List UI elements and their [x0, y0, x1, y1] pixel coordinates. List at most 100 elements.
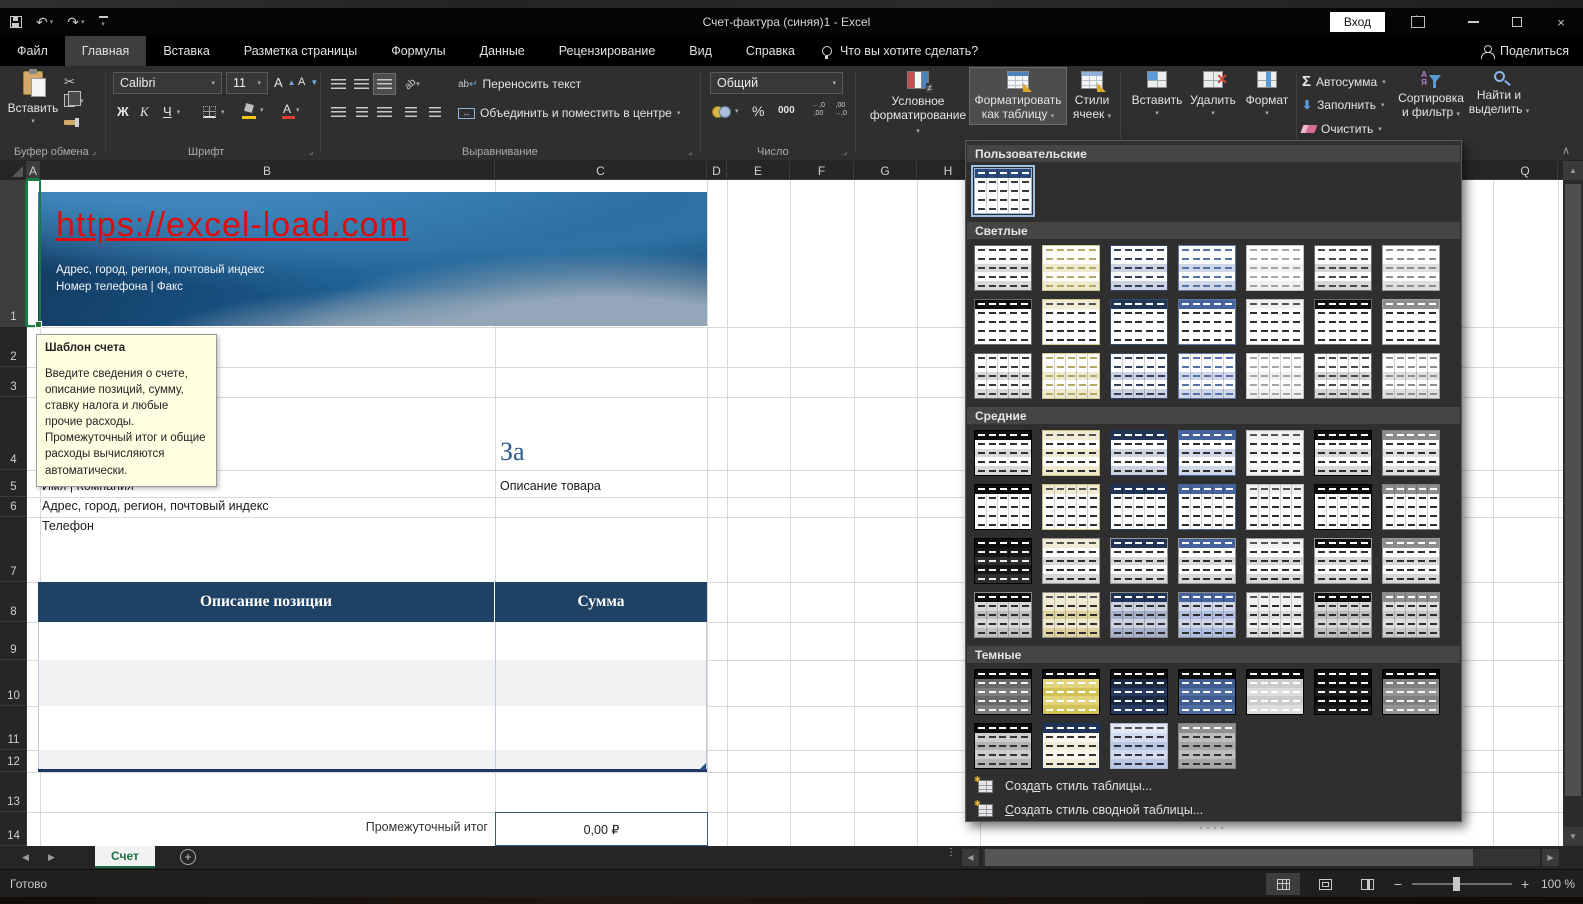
table-style-swatch[interactable]	[974, 484, 1032, 530]
ribbon-tab-Рецензирование[interactable]: Рецензирование	[542, 36, 673, 66]
minimize-button[interactable]	[1451, 8, 1495, 36]
column-header-B[interactable]: B	[40, 161, 495, 180]
ribbon-display-options-button[interactable]	[1411, 15, 1425, 28]
increase-decimal-button[interactable]: ←,0,00	[812, 102, 825, 118]
ribbon-tab-Вид[interactable]: Вид	[672, 36, 729, 66]
increase-font-button[interactable]: А ▲	[274, 75, 296, 90]
align-center-button[interactable]	[351, 102, 372, 122]
column-header-C[interactable]: C	[495, 161, 707, 180]
zoom-level[interactable]: 100 %	[1541, 870, 1575, 898]
row-header-2[interactable]: 2	[0, 327, 27, 367]
table-style-swatch[interactable]	[974, 430, 1032, 476]
table-style-swatch[interactable]	[1246, 669, 1304, 715]
close-button[interactable]: ×	[1539, 8, 1583, 36]
underline-button[interactable]: Ч ▾	[163, 104, 180, 119]
cell-phone[interactable]: Телефон	[42, 519, 94, 533]
delete-cells-button[interactable]: ✕ Удалить ▾	[1186, 68, 1240, 121]
splitter-grip-icon[interactable]: ⋮	[946, 848, 956, 858]
vertical-scroll-thumb[interactable]	[1565, 184, 1581, 796]
orientation-button[interactable]: ab ▾	[402, 74, 423, 94]
table-style-swatch[interactable]	[1178, 538, 1236, 584]
horizontal-scrollbar[interactable]	[983, 849, 1540, 866]
font-name-combo[interactable]: Calibri ▾	[113, 72, 222, 94]
table-style-swatch[interactable]	[974, 592, 1032, 638]
accounting-format-button[interactable]: ▾	[712, 105, 739, 118]
table-style-swatch[interactable]	[1178, 669, 1236, 715]
row-header-14[interactable]: 14	[0, 812, 27, 846]
table-style-swatch[interactable]	[974, 538, 1032, 584]
table-style-swatch[interactable]	[1042, 430, 1100, 476]
align-middle-button[interactable]	[351, 74, 372, 94]
table-style-swatch[interactable]	[974, 723, 1032, 769]
table-style-swatch[interactable]	[1042, 245, 1100, 291]
insert-cells-button[interactable]: Вставить ▾	[1130, 68, 1184, 121]
bold-button[interactable]: Ж	[117, 104, 129, 119]
invoice-row[interactable]	[38, 660, 707, 706]
font-dialog-launcher[interactable]: ⌟	[309, 146, 313, 157]
zoom-slider-thumb[interactable]	[1453, 877, 1460, 891]
cell-item-desc[interactable]: Описание товара	[500, 479, 601, 493]
table-style-swatch[interactable]	[1314, 245, 1372, 291]
table-style-swatch[interactable]	[1382, 430, 1440, 476]
horizontal-scroll-thumb[interactable]	[985, 849, 1473, 866]
table-style-swatch[interactable]	[1110, 723, 1168, 769]
new-pivot-style-link[interactable]: Создать стиль сводной таблицы...	[966, 799, 1461, 821]
font-color-button[interactable]: А ▾	[281, 103, 300, 119]
format-cells-button[interactable]: Формат ▾	[1242, 68, 1292, 121]
new-table-style-link[interactable]: Создать стиль таблицы...	[966, 775, 1461, 797]
next-sheet-button[interactable]: ▶	[48, 846, 55, 869]
row-header-9[interactable]: 9	[0, 622, 27, 660]
column-header-E[interactable]: E	[727, 161, 790, 180]
table-style-swatch[interactable]	[1178, 430, 1236, 476]
table-style-swatch[interactable]	[1110, 484, 1168, 530]
table-style-swatch[interactable]	[1382, 353, 1440, 399]
table-style-swatch[interactable]	[1178, 484, 1236, 530]
sign-in-button[interactable]: Вход	[1329, 12, 1385, 32]
table-style-swatch[interactable]	[974, 299, 1032, 345]
table-style-swatch[interactable]	[1314, 430, 1372, 476]
align-top-button[interactable]	[328, 74, 349, 94]
table-style-swatch[interactable]	[974, 669, 1032, 715]
table-style-swatch[interactable]	[1314, 538, 1372, 584]
scroll-right-button[interactable]: ▶	[1542, 849, 1559, 866]
row-header-10[interactable]: 10	[0, 660, 27, 706]
table-style-swatch[interactable]	[1246, 245, 1304, 291]
table-resize-handle[interactable]	[699, 763, 706, 770]
cut-button[interactable]: ✂	[64, 74, 75, 90]
column-header-D[interactable]: D	[707, 161, 727, 180]
table-style-swatch[interactable]	[1042, 353, 1100, 399]
table-style-swatch[interactable]	[1246, 484, 1304, 530]
table-style-swatch[interactable]	[1314, 353, 1372, 399]
table-style-swatch[interactable]	[1382, 538, 1440, 584]
borders-button[interactable]: ▾	[203, 106, 225, 118]
row-header-12[interactable]: 12	[0, 750, 27, 772]
table-style-swatch[interactable]	[1178, 299, 1236, 345]
percent-style-button[interactable]: %	[752, 103, 764, 119]
table-style-swatch[interactable]	[1178, 353, 1236, 399]
customize-qat-button[interactable]: ▾	[98, 16, 108, 28]
ribbon-tab-Разметка страницы[interactable]: Разметка страницы	[227, 36, 374, 66]
table-style-swatch[interactable]	[1042, 592, 1100, 638]
table-style-swatch[interactable]	[1314, 299, 1372, 345]
zoom-out-button[interactable]: −	[1394, 870, 1402, 898]
row-header-11[interactable]: 11	[0, 706, 27, 750]
clear-button[interactable]: Очистить ▾	[1300, 122, 1382, 136]
new-sheet-button[interactable]: +	[180, 849, 196, 865]
row-header-5[interactable]: 5	[0, 470, 27, 497]
subtotal-value-cell[interactable]: 0,00 ₽	[495, 812, 708, 846]
scroll-down-button[interactable]: ▼	[1563, 827, 1583, 846]
format-painter-button[interactable]	[64, 118, 79, 127]
table-style-swatch[interactable]	[1110, 353, 1168, 399]
table-style-swatch[interactable]	[1042, 723, 1100, 769]
maximize-button[interactable]	[1495, 8, 1539, 36]
row-header-3[interactable]: 3	[0, 367, 27, 397]
collapse-ribbon-button[interactable]: ∧	[1562, 144, 1570, 157]
table-style-swatch[interactable]	[1246, 353, 1304, 399]
table-style-swatch[interactable]	[1042, 299, 1100, 345]
redo-button[interactable]: ↷ ▾	[67, 15, 84, 29]
decrease-font-button[interactable]: А ▼	[298, 76, 318, 88]
alignment-dialog-launcher[interactable]: ⌟	[688, 146, 692, 157]
vertical-scrollbar[interactable]: ▲ ▼	[1563, 161, 1583, 846]
zoom-slider-track[interactable]	[1412, 883, 1512, 885]
number-dialog-launcher[interactable]: ⌟	[843, 146, 847, 157]
